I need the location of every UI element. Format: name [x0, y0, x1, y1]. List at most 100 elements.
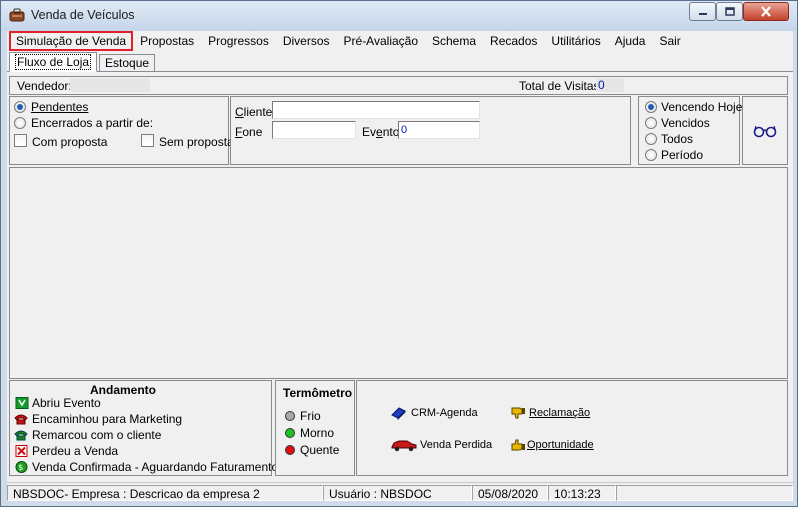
maximize-button[interactable]	[716, 2, 743, 21]
close-button[interactable]	[743, 2, 789, 21]
check-com-proposta[interactable]	[14, 134, 27, 147]
status-empty	[616, 485, 793, 501]
radio-pendentes[interactable]	[14, 101, 26, 113]
fone-input[interactable]	[272, 121, 356, 139]
crm-agenda-label: CRM-Agenda	[411, 407, 478, 419]
phone-marketing-icon	[14, 414, 28, 425]
menu-sair[interactable]: Sair	[652, 31, 687, 51]
actions-panel: CRM-Agenda Reclamação Venda Perdida Opor…	[356, 380, 788, 476]
car-icon	[391, 440, 417, 452]
check-sem-proposta[interactable]	[141, 134, 154, 147]
menu-simulacao-de-venda[interactable]: Simulação de Venda	[9, 31, 134, 51]
thumbs-up-icon	[511, 439, 525, 451]
andamento-item-abriu-evento: Abriu Evento	[32, 396, 101, 410]
andamento-title: Andamento	[90, 383, 156, 397]
frio-label: Frio	[300, 409, 321, 423]
svg-text:$: $	[18, 463, 23, 472]
fone-label: Fone	[235, 125, 263, 139]
cliente-label: Cliente	[235, 105, 273, 119]
total-visitas-value: 0	[596, 78, 624, 92]
title-bar[interactable]: Venda de Veículos	[1, 1, 797, 31]
events-list[interactable]	[9, 167, 788, 379]
vencendo-hoje-label[interactable]: Vencendo Hoje	[661, 100, 742, 114]
radio-encerrados[interactable]	[14, 117, 26, 129]
tab-estoque[interactable]: Estoque	[99, 54, 156, 71]
tab-strip: Fluxo de Loja Estoque	[7, 52, 793, 72]
morno-label: Morno	[300, 426, 335, 440]
crm-agenda-button[interactable]: CRM-Agenda	[391, 405, 491, 423]
oportunidade-button[interactable]: Oportunidade	[510, 437, 610, 455]
search-panel: Cliente Fone Evento	[230, 96, 631, 165]
menu-propostas[interactable]: Propostas	[133, 31, 201, 51]
radio-vencendo-hoje[interactable]	[645, 101, 657, 113]
phone-reschedule-icon	[14, 430, 28, 441]
evento-input[interactable]	[398, 121, 480, 139]
venda-perdida-button[interactable]: Venda Perdida	[391, 437, 501, 455]
andamento-panel: Andamento Abriu Evento Encaminhou para M…	[9, 380, 278, 476]
venda-perdida-label: Venda Perdida	[420, 439, 493, 451]
tab-page-fluxo-de-loja: Vendedor: Total de Visitas: 0 Pendentes …	[7, 72, 793, 480]
andamento-item-encaminhou: Encaminhou para Marketing	[32, 412, 183, 426]
menu-progressos[interactable]: Progressos	[201, 31, 276, 51]
encerrados-label[interactable]: Encerrados a partir de:	[31, 116, 153, 130]
vendedor-value	[70, 78, 150, 92]
total-visitas-label: Total de Visitas:	[519, 79, 603, 93]
menu-diversos[interactable]: Diversos	[276, 31, 337, 51]
confirmed-sale-icon: $	[15, 461, 28, 473]
tab-fluxo-de-loja-label: Fluxo de Loja	[15, 54, 92, 70]
status-data: 05/08/2020	[472, 485, 548, 501]
oportunidade-label: Oportunidade	[527, 439, 594, 451]
reclamacao-label: Reclamação	[529, 407, 591, 419]
minimize-button[interactable]	[689, 2, 716, 21]
filters-panel: Pendentes Encerrados a partir de: Com pr…	[9, 96, 234, 165]
status-bar: NBSDOC- Empresa : Descricao da empresa 2…	[7, 482, 793, 501]
radio-periodo[interactable]	[645, 149, 657, 161]
vencidos-label[interactable]: Vencidos	[661, 116, 710, 130]
com-proposta-label[interactable]: Com proposta	[32, 135, 107, 149]
search-button[interactable]	[742, 96, 788, 165]
quente-label: Quente	[300, 443, 340, 457]
radio-todos[interactable]	[645, 133, 657, 145]
andamento-item-confirmada: Venda Confirmada - Aguardando Faturament…	[32, 460, 279, 474]
evento-label: Evento	[362, 125, 400, 139]
menu-utilitarios[interactable]: Utilitários	[544, 31, 607, 51]
frio-dot	[285, 411, 295, 421]
period-panel: Vencendo Hoje Vencidos Todos Período	[638, 96, 742, 165]
status-empresa: NBSDOC- Empresa : Descricao da empresa 2	[7, 485, 323, 501]
client-area: Simulação de Venda Propostas Progressos …	[7, 31, 793, 501]
header-panel: Vendedor: Total de Visitas: 0	[9, 76, 788, 95]
reclamacao-button[interactable]: Reclamação	[510, 405, 610, 423]
glasses-icon	[753, 125, 777, 137]
open-event-icon	[15, 397, 29, 409]
radio-vencidos[interactable]	[645, 117, 657, 129]
thumbs-down-icon	[511, 407, 525, 419]
morno-dot	[285, 428, 295, 438]
window-title: Venda de Veículos	[31, 8, 135, 22]
menu-schema[interactable]: Schema	[425, 31, 483, 51]
termometro-title: Termômetro	[283, 386, 353, 400]
maximize-icon	[724, 7, 735, 16]
andamento-item-remarcou: Remarcou com o cliente	[32, 428, 162, 442]
lost-sale-icon	[15, 445, 28, 457]
close-icon	[761, 6, 771, 17]
periodo-label[interactable]: Período	[661, 148, 703, 162]
pendentes-label[interactable]: Pendentes	[31, 100, 88, 114]
status-usuario: Usuário : NBSDOC	[323, 485, 472, 501]
termometro-panel: Termômetro Frio Morno Quente	[275, 380, 355, 476]
app-icon	[9, 8, 25, 22]
book-icon	[391, 407, 406, 420]
todos-label[interactable]: Todos	[661, 132, 693, 146]
main-window: Venda de Veículos Simulação de Venda Pro…	[0, 0, 798, 507]
quente-dot	[285, 445, 295, 455]
menu-ajuda[interactable]: Ajuda	[608, 31, 653, 51]
minimize-icon	[698, 12, 707, 15]
menu-pre-avaliacao[interactable]: Pré-Avaliação	[337, 31, 425, 51]
menu-recados[interactable]: Recados	[483, 31, 544, 51]
tab-fluxo-de-loja[interactable]: Fluxo de Loja	[9, 52, 98, 72]
cliente-input[interactable]	[272, 101, 480, 119]
sem-proposta-label[interactable]: Sem proposta	[159, 135, 234, 149]
andamento-item-perdeu: Perdeu a Venda	[32, 444, 119, 458]
vendedor-label: Vendedor:	[17, 79, 72, 93]
status-hora: 10:13:23	[548, 485, 616, 501]
menu-bar: Simulação de Venda Propostas Progressos …	[7, 31, 793, 52]
